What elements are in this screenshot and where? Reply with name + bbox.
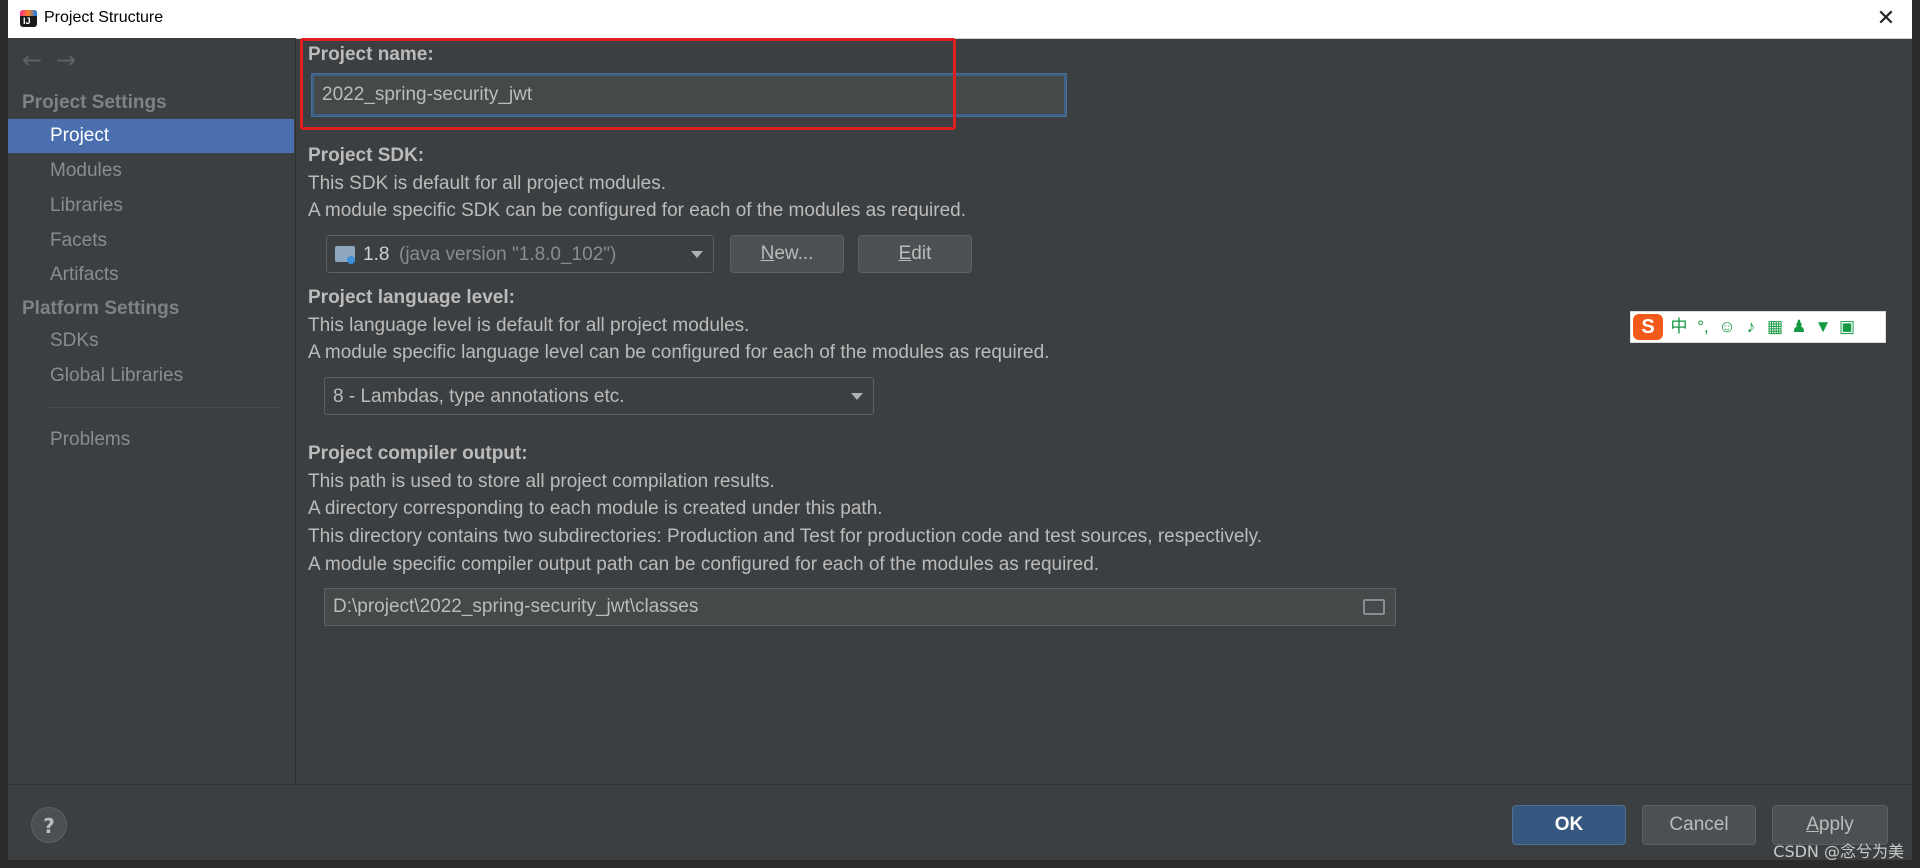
title-bar: IJ Project Structure ✕: [8, 0, 1912, 39]
ime-toolbar: S 中 °, ☺ ♪ ▦ ♟ ▼ ▣: [1630, 311, 1886, 343]
chinese-mode-icon[interactable]: 中: [1667, 312, 1691, 342]
sdk-select[interactable]: 1.8 (java version "1.8.0_102"): [326, 235, 714, 273]
sidebar-divider: [50, 407, 278, 408]
java-cup-icon: [347, 256, 355, 264]
sidebar-item-global-libraries[interactable]: Global Libraries: [8, 359, 294, 393]
sidebar-item-modules[interactable]: Modules: [8, 154, 294, 188]
sidebar: ← → Project Settings Project Modules Libr…: [8, 38, 296, 784]
language-level-select[interactable]: 8 - Lambdas, type annotations etc.: [324, 377, 874, 415]
language-level-value: 8 - Lambdas, type annotations etc.: [333, 386, 625, 407]
compiler-output-path-input[interactable]: D:\project\2022_spring-security_jwt\clas…: [324, 588, 1396, 626]
help-icon[interactable]: ?: [31, 807, 67, 843]
bottom-button-bar: ? OK Cancel Apply: [8, 784, 1912, 861]
edit-button-label: dit: [911, 243, 932, 264]
cancel-button[interactable]: Cancel: [1642, 805, 1756, 845]
project-name-section: Project name: 2022_spring-security_jwt: [300, 38, 1108, 134]
output-description-4: A module specific compiler output path c…: [308, 554, 1100, 575]
sdk-version-detail: (java version "1.8.0_102"): [399, 244, 617, 265]
sidebar-item-artifacts[interactable]: Artifacts: [8, 258, 294, 292]
folder-open-icon[interactable]: [1363, 599, 1385, 615]
language-level-label: Project language level:: [308, 287, 515, 308]
nav-arrows: ← →: [22, 46, 90, 74]
language-description-2: A module specific language level can be …: [308, 342, 1050, 363]
sidebar-item-project[interactable]: Project: [8, 119, 294, 153]
platform-settings-header: Platform Settings: [22, 298, 180, 319]
back-arrow-icon[interactable]: ←: [22, 46, 42, 74]
project-sdk-label: Project SDK:: [308, 145, 425, 166]
csdn-watermark: CSDN @念兮为美: [1773, 842, 1904, 861]
output-description-3: This directory contains two subdirectori…: [308, 526, 1262, 547]
new-button-mnemonic: N: [760, 243, 775, 264]
sdk-version: 1.8: [363, 244, 390, 265]
forward-arrow-icon[interactable]: →: [56, 46, 76, 74]
edit-button-mnemonic: E: [898, 243, 912, 264]
sdk-description-2: A module specific SDK can be configured …: [308, 200, 966, 221]
skin-icon[interactable]: ▼: [1811, 312, 1835, 342]
intellij-app-icon: IJ: [20, 10, 37, 27]
project-structure-dialog: IJ Project Structure ✕ ← → Project Settin…: [8, 0, 1912, 861]
microphone-icon[interactable]: ♪: [1739, 312, 1763, 342]
sogou-logo-icon: S: [1633, 314, 1663, 340]
sidebar-item-problems[interactable]: Problems: [8, 423, 294, 457]
ok-button[interactable]: OK: [1512, 805, 1626, 845]
window-title: Project Structure: [44, 9, 164, 26]
apply-button-label: pply: [1818, 814, 1854, 835]
punctuation-icon[interactable]: °,: [1691, 312, 1715, 342]
chevron-down-icon: [691, 251, 703, 258]
project-name-label: Project name:: [308, 44, 434, 65]
output-description-2: A directory corresponding to each module…: [308, 498, 883, 519]
toolbox-icon[interactable]: ▣: [1835, 312, 1859, 342]
emoji-icon[interactable]: ☺: [1715, 312, 1739, 342]
user-icon[interactable]: ♟: [1787, 312, 1811, 342]
compiler-output-path: D:\project\2022_spring-security_jwt\clas…: [333, 596, 699, 617]
language-description-1: This language level is default for all p…: [308, 315, 750, 336]
close-icon[interactable]: ✕: [1870, 4, 1902, 34]
new-sdk-button[interactable]: New...: [730, 235, 844, 273]
chevron-down-icon: [851, 393, 863, 400]
compiler-output-label: Project compiler output:: [308, 443, 528, 464]
project-settings-panel: Project name: 2022_spring-security_jwt P…: [296, 38, 1912, 784]
background-ide-strip: [0, 860, 1920, 868]
new-button-label: ew...: [774, 243, 814, 264]
apply-button-mnemonic: A: [1806, 814, 1819, 835]
sidebar-item-libraries[interactable]: Libraries: [8, 189, 294, 223]
project-name-input[interactable]: 2022_spring-security_jwt: [312, 74, 1066, 116]
sdk-description-1: This SDK is default for all project modu…: [308, 173, 666, 194]
sidebar-item-facets[interactable]: Facets: [8, 224, 294, 258]
output-description-1: This path is used to store all project c…: [308, 471, 775, 492]
keyboard-icon[interactable]: ▦: [1763, 312, 1787, 342]
edit-sdk-button[interactable]: Edit: [858, 235, 972, 273]
sidebar-item-sdks[interactable]: SDKs: [8, 324, 294, 358]
project-settings-header: Project Settings: [22, 92, 167, 113]
